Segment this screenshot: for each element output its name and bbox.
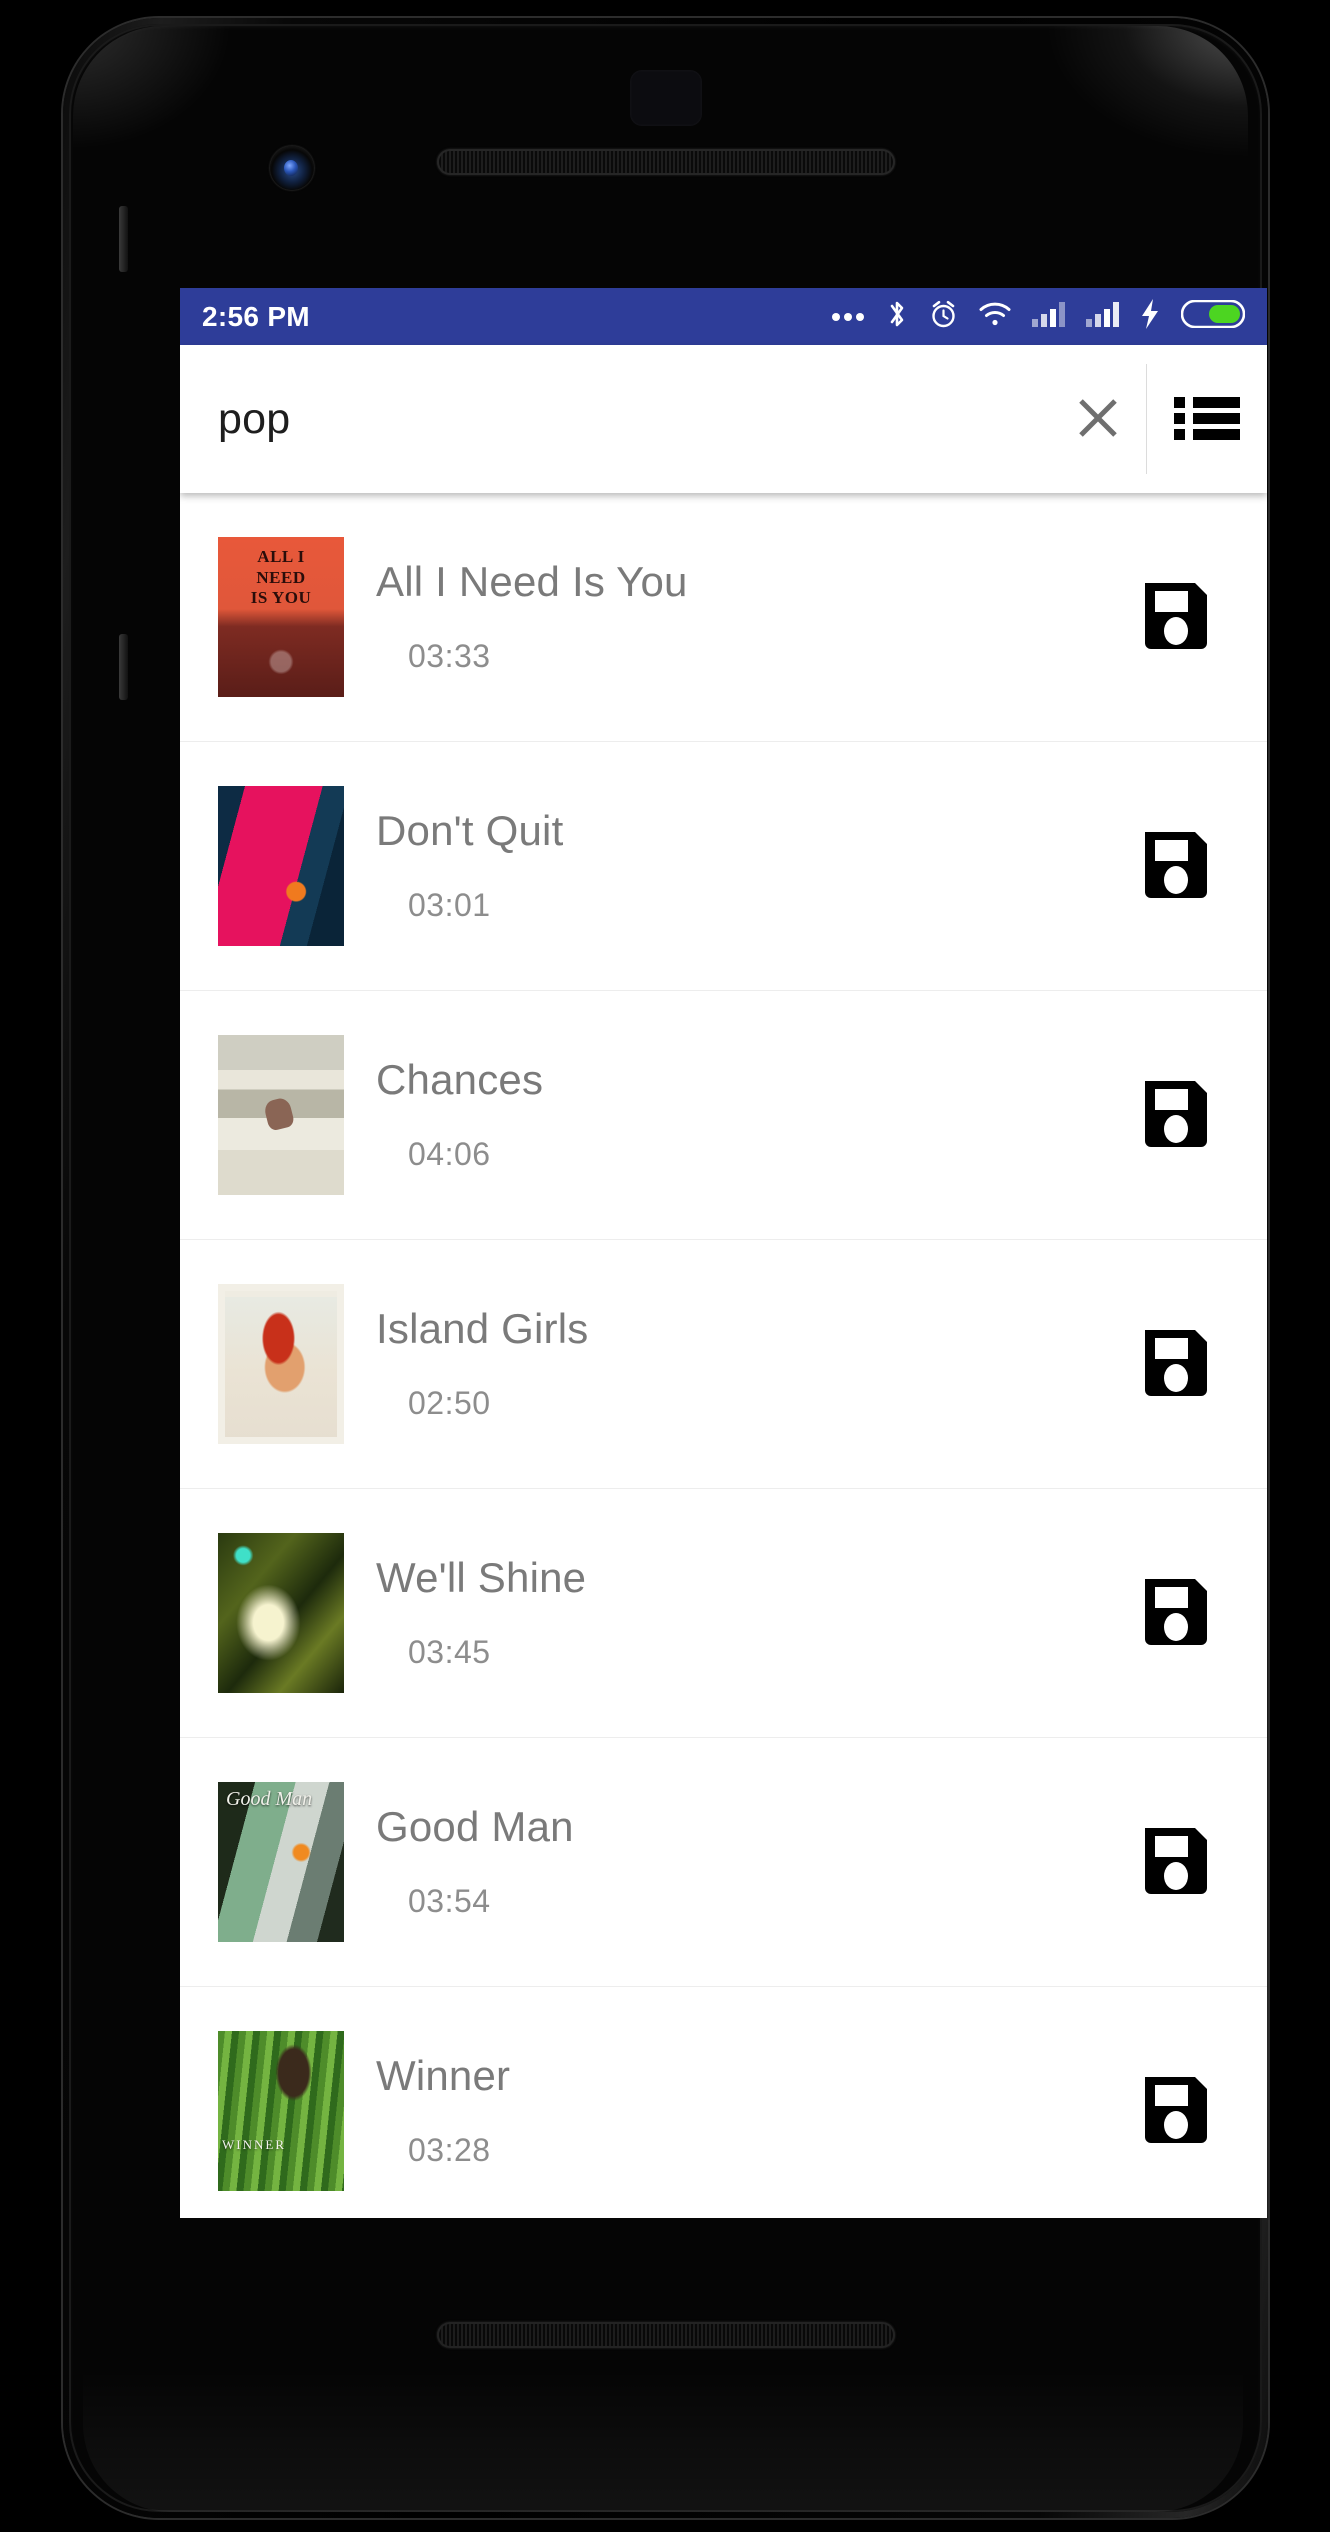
status-bar: 2:56 PM <box>180 288 1267 345</box>
song-duration: 04:06 <box>408 1135 491 1172</box>
album-art-chances <box>218 1035 344 1195</box>
save-song-button[interactable] <box>1121 2073 1231 2150</box>
phone-device-frame: 2:56 PM pop ALL I NEED IS YOU All I Need… <box>63 18 1268 2518</box>
album-art-good-man <box>218 1782 344 1942</box>
side-button-left-bottom[interactable] <box>119 634 128 700</box>
song-info: Chances 04:06 <box>344 1057 1121 1172</box>
signal-sim2-icon <box>1086 301 1119 332</box>
save-song-button[interactable] <box>1121 1077 1231 1154</box>
save-floppy-icon <box>1139 1575 1213 1652</box>
save-song-button[interactable] <box>1121 828 1231 905</box>
album-art-well-shine <box>218 1533 344 1693</box>
song-results-list[interactable]: All I Need Is You 03:33 Don't Quit 03:01 <box>180 493 1267 2218</box>
song-title: Chances <box>376 1056 544 1104</box>
close-x-icon <box>1072 392 1124 447</box>
list-menu-button[interactable] <box>1147 345 1267 493</box>
song-title: All I Need Is You <box>376 558 688 606</box>
alarm-clock-icon <box>929 299 958 334</box>
album-art-dont-quit <box>218 786 344 946</box>
more-dots-icon <box>831 307 865 326</box>
song-info: Island Girls 02:50 <box>344 1306 1121 1421</box>
clear-search-button[interactable] <box>1050 345 1146 493</box>
song-list-item[interactable]: Winner 03:28 <box>180 1987 1267 2218</box>
song-list-item[interactable]: We'll Shine 03:45 <box>180 1489 1267 1738</box>
search-bar <box>180 345 1267 493</box>
save-floppy-icon <box>1139 1326 1213 1403</box>
save-floppy-icon <box>1139 828 1213 905</box>
battery-icon <box>1180 299 1246 333</box>
charging-bolt-icon <box>1140 299 1160 334</box>
song-duration: 03:33 <box>408 637 491 674</box>
song-info: Winner 03:28 <box>344 2053 1121 2168</box>
phone-screen: 2:56 PM pop ALL I NEED IS YOU All I Need… <box>180 288 1267 2218</box>
status-bar-icons <box>831 299 1246 334</box>
save-song-button[interactable] <box>1121 579 1231 656</box>
song-duration: 03:54 <box>408 1882 491 1919</box>
save-floppy-icon <box>1139 579 1213 656</box>
song-title: Good Man <box>376 1803 574 1851</box>
signal-sim1-icon <box>1032 301 1065 332</box>
song-info: Don't Quit 03:01 <box>344 808 1121 923</box>
album-art-island-girls <box>218 1284 344 1444</box>
song-duration: 03:01 <box>408 886 491 923</box>
save-floppy-icon <box>1139 2073 1213 2150</box>
song-info: Good Man 03:54 <box>344 1804 1121 1919</box>
song-list-item[interactable]: Island Girls 02:50 <box>180 1240 1267 1489</box>
save-song-button[interactable] <box>1121 1326 1231 1403</box>
song-list-item[interactable]: Chances 04:06 <box>180 991 1267 1240</box>
song-list-item[interactable]: Good Man 03:54 <box>180 1738 1267 1987</box>
song-title: Don't Quit <box>376 807 564 855</box>
song-title: We'll Shine <box>376 1554 587 1602</box>
save-floppy-icon <box>1139 1824 1213 1901</box>
song-title: Island Girls <box>376 1305 589 1353</box>
save-song-button[interactable] <box>1121 1575 1231 1652</box>
song-duration: 03:28 <box>408 2131 491 2168</box>
front-camera-icon <box>270 146 314 190</box>
save-song-button[interactable] <box>1121 1824 1231 1901</box>
earpiece-speaker-icon <box>436 149 895 175</box>
bottom-speaker-icon <box>436 2322 895 2348</box>
search-input[interactable] <box>180 394 1050 444</box>
list-menu-icon <box>1174 393 1240 446</box>
album-art-winner <box>218 2031 344 2191</box>
song-list-item[interactable]: All I Need Is You 03:33 <box>180 493 1267 742</box>
song-title: Winner <box>376 2052 511 2100</box>
song-info: We'll Shine 03:45 <box>344 1555 1121 1670</box>
bluetooth-icon <box>886 299 908 334</box>
song-info: All I Need Is You 03:33 <box>344 559 1121 674</box>
side-button-left-top[interactable] <box>119 206 128 272</box>
song-duration: 03:45 <box>408 1633 491 1670</box>
song-list-item[interactable]: Don't Quit 03:01 <box>180 742 1267 991</box>
save-floppy-icon <box>1139 1077 1213 1154</box>
status-bar-clock: 2:56 PM <box>202 300 310 332</box>
song-duration: 02:50 <box>408 1384 491 1421</box>
album-art-all-i-need-is-you <box>218 537 344 697</box>
proximity-sensor-icon <box>629 70 702 126</box>
wifi-icon <box>979 302 1011 332</box>
